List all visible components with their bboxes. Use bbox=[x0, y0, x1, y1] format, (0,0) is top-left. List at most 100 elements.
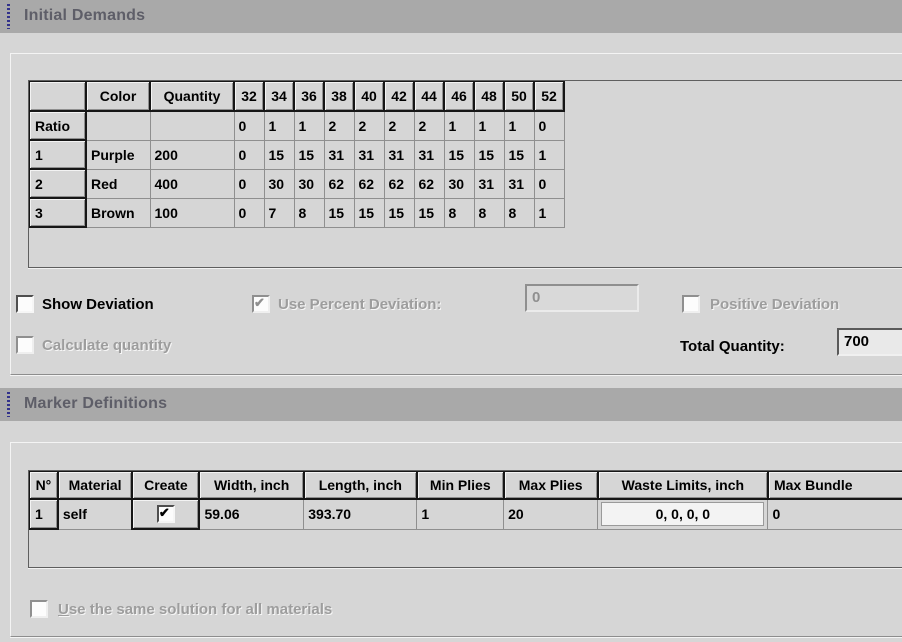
cell-color[interactable]: Brown bbox=[86, 198, 150, 227]
col-header-create: Create bbox=[132, 471, 199, 499]
cell-size[interactable]: 62 bbox=[414, 169, 444, 198]
row-header-1: 1 bbox=[29, 140, 86, 169]
cell-max-bundle[interactable]: 0 bbox=[768, 499, 902, 529]
cell-size[interactable]: 62 bbox=[354, 169, 384, 198]
cell-quantity[interactable]: 400 bbox=[150, 169, 234, 198]
drag-grip-icon[interactable] bbox=[7, 4, 10, 29]
cell-ratio-52[interactable]: 0 bbox=[534, 111, 564, 140]
row-header-3: 3 bbox=[29, 198, 86, 227]
col-header-length: Length, inch bbox=[304, 471, 417, 499]
cell-size[interactable]: 30 bbox=[264, 169, 294, 198]
header-row: Color Quantity 32 34 36 38 40 42 44 46 4… bbox=[29, 81, 564, 111]
use-percent-deviation-checkbox[interactable]: ✔ bbox=[252, 295, 270, 313]
demand-row: 3 Brown 100 0 7 8 15 15 15 15 8 8 8 1 bbox=[29, 198, 564, 227]
cell-ratio-38[interactable]: 2 bbox=[324, 111, 354, 140]
cell-size[interactable]: 15 bbox=[504, 140, 534, 169]
cell-ratio-48[interactable]: 1 bbox=[474, 111, 504, 140]
cell-length[interactable]: 393.70 bbox=[304, 499, 417, 529]
cell-quantity[interactable]: 200 bbox=[150, 140, 234, 169]
cell-size[interactable]: 62 bbox=[384, 169, 414, 198]
col-header-size-46: 46 bbox=[444, 81, 474, 111]
cell-size[interactable]: 31 bbox=[384, 140, 414, 169]
cell-size[interactable]: 7 bbox=[264, 198, 294, 227]
header-row: N° Material Create Width, inch Length, i… bbox=[29, 471, 902, 499]
cell-size[interactable]: 15 bbox=[444, 140, 474, 169]
cell-size[interactable]: 15 bbox=[384, 198, 414, 227]
col-header-size-50: 50 bbox=[504, 81, 534, 111]
cell-size[interactable]: 1 bbox=[534, 198, 564, 227]
show-deviation-label: Show Deviation bbox=[42, 296, 154, 313]
cell-size[interactable]: 31 bbox=[324, 140, 354, 169]
col-header-min-plies: Min Plies bbox=[417, 471, 504, 499]
initial-demands-panel: Color Quantity 32 34 36 38 40 42 44 46 4… bbox=[10, 53, 902, 375]
cell-ratio-42[interactable]: 2 bbox=[384, 111, 414, 140]
drag-grip-icon[interactable] bbox=[7, 392, 10, 417]
cell-size[interactable]: 15 bbox=[354, 198, 384, 227]
section-title: Marker Definitions bbox=[24, 395, 167, 413]
cell-ratio-color[interactable] bbox=[86, 111, 150, 140]
col-header-quantity: Quantity bbox=[150, 81, 234, 111]
cell-material[interactable]: self bbox=[58, 499, 132, 529]
cell-ratio-quantity[interactable] bbox=[150, 111, 234, 140]
cell-width[interactable]: 59.06 bbox=[199, 499, 303, 529]
cell-size[interactable]: 15 bbox=[324, 198, 354, 227]
cell-size[interactable]: 31 bbox=[474, 169, 504, 198]
col-header-waste-limits: Waste Limits, inch bbox=[598, 471, 768, 499]
cell-color[interactable]: Red bbox=[86, 169, 150, 198]
cell-size[interactable]: 8 bbox=[504, 198, 534, 227]
calculate-quantity-checkbox[interactable] bbox=[16, 336, 34, 354]
demands-grid: Color Quantity 32 34 36 38 40 42 44 46 4… bbox=[28, 80, 902, 268]
cell-ratio-34[interactable]: 1 bbox=[264, 111, 294, 140]
cell-size[interactable]: 15 bbox=[294, 140, 324, 169]
cell-quantity[interactable]: 100 bbox=[150, 198, 234, 227]
col-header-max-plies: Max Plies bbox=[504, 471, 598, 499]
corner-cell bbox=[29, 81, 86, 111]
cell-size[interactable]: 1 bbox=[534, 140, 564, 169]
cell-ratio-46[interactable]: 1 bbox=[444, 111, 474, 140]
create-checkbox[interactable]: ✔ bbox=[157, 505, 175, 523]
col-header-size-38: 38 bbox=[324, 81, 354, 111]
col-header-size-52: 52 bbox=[534, 81, 564, 111]
cell-size[interactable]: 0 bbox=[234, 140, 264, 169]
cell-size[interactable]: 8 bbox=[294, 198, 324, 227]
cell-size[interactable]: 30 bbox=[444, 169, 474, 198]
cell-size[interactable]: 0 bbox=[234, 169, 264, 198]
waste-limits-field[interactable]: 0, 0, 0, 0 bbox=[601, 502, 764, 526]
marker-row: 1 self ✔ 59.06 393.70 1 20 0, 0, 0, 0 0 bbox=[29, 499, 902, 529]
cell-size[interactable]: 31 bbox=[414, 140, 444, 169]
percent-deviation-input[interactable]: 0 bbox=[525, 284, 639, 312]
cell-size[interactable]: 8 bbox=[474, 198, 504, 227]
cell-min-plies[interactable]: 1 bbox=[417, 499, 504, 529]
cell-ratio-50[interactable]: 1 bbox=[504, 111, 534, 140]
section-bar-marker-definitions: Marker Definitions bbox=[0, 388, 902, 421]
col-header-size-48: 48 bbox=[474, 81, 504, 111]
cell-size[interactable]: 15 bbox=[264, 140, 294, 169]
show-deviation-checkbox[interactable] bbox=[16, 295, 34, 313]
cell-size[interactable]: 30 bbox=[294, 169, 324, 198]
ratio-row: Ratio 0 1 1 2 2 2 2 1 1 1 0 bbox=[29, 111, 564, 140]
check-icon: ✔ bbox=[254, 295, 265, 310]
cell-max-plies[interactable]: 20 bbox=[504, 499, 598, 529]
col-header-max-bundle: Max Bundle bbox=[768, 471, 902, 499]
total-quantity-input[interactable]: 700 bbox=[837, 328, 902, 356]
cell-ratio-44[interactable]: 2 bbox=[414, 111, 444, 140]
cell-size[interactable]: 0 bbox=[534, 169, 564, 198]
cell-size[interactable]: 62 bbox=[324, 169, 354, 198]
cell-size[interactable]: 15 bbox=[414, 198, 444, 227]
cell-ratio-32[interactable]: 0 bbox=[234, 111, 264, 140]
cell-ratio-36[interactable]: 1 bbox=[294, 111, 324, 140]
cell-color[interactable]: Purple bbox=[86, 140, 150, 169]
cell-create: ✔ bbox=[132, 499, 199, 529]
cell-size[interactable]: 15 bbox=[474, 140, 504, 169]
col-header-color: Color bbox=[86, 81, 150, 111]
use-percent-deviation-label: Use Percent Deviation: bbox=[278, 296, 441, 313]
same-solution-checkbox[interactable] bbox=[30, 600, 48, 618]
positive-deviation-checkbox[interactable] bbox=[682, 295, 700, 313]
markers-grid: N° Material Create Width, inch Length, i… bbox=[28, 470, 902, 568]
total-quantity-label: Total Quantity: bbox=[680, 338, 785, 355]
cell-size[interactable]: 0 bbox=[234, 198, 264, 227]
cell-ratio-40[interactable]: 2 bbox=[354, 111, 384, 140]
cell-size[interactable]: 31 bbox=[354, 140, 384, 169]
cell-size[interactable]: 31 bbox=[504, 169, 534, 198]
cell-size[interactable]: 8 bbox=[444, 198, 474, 227]
